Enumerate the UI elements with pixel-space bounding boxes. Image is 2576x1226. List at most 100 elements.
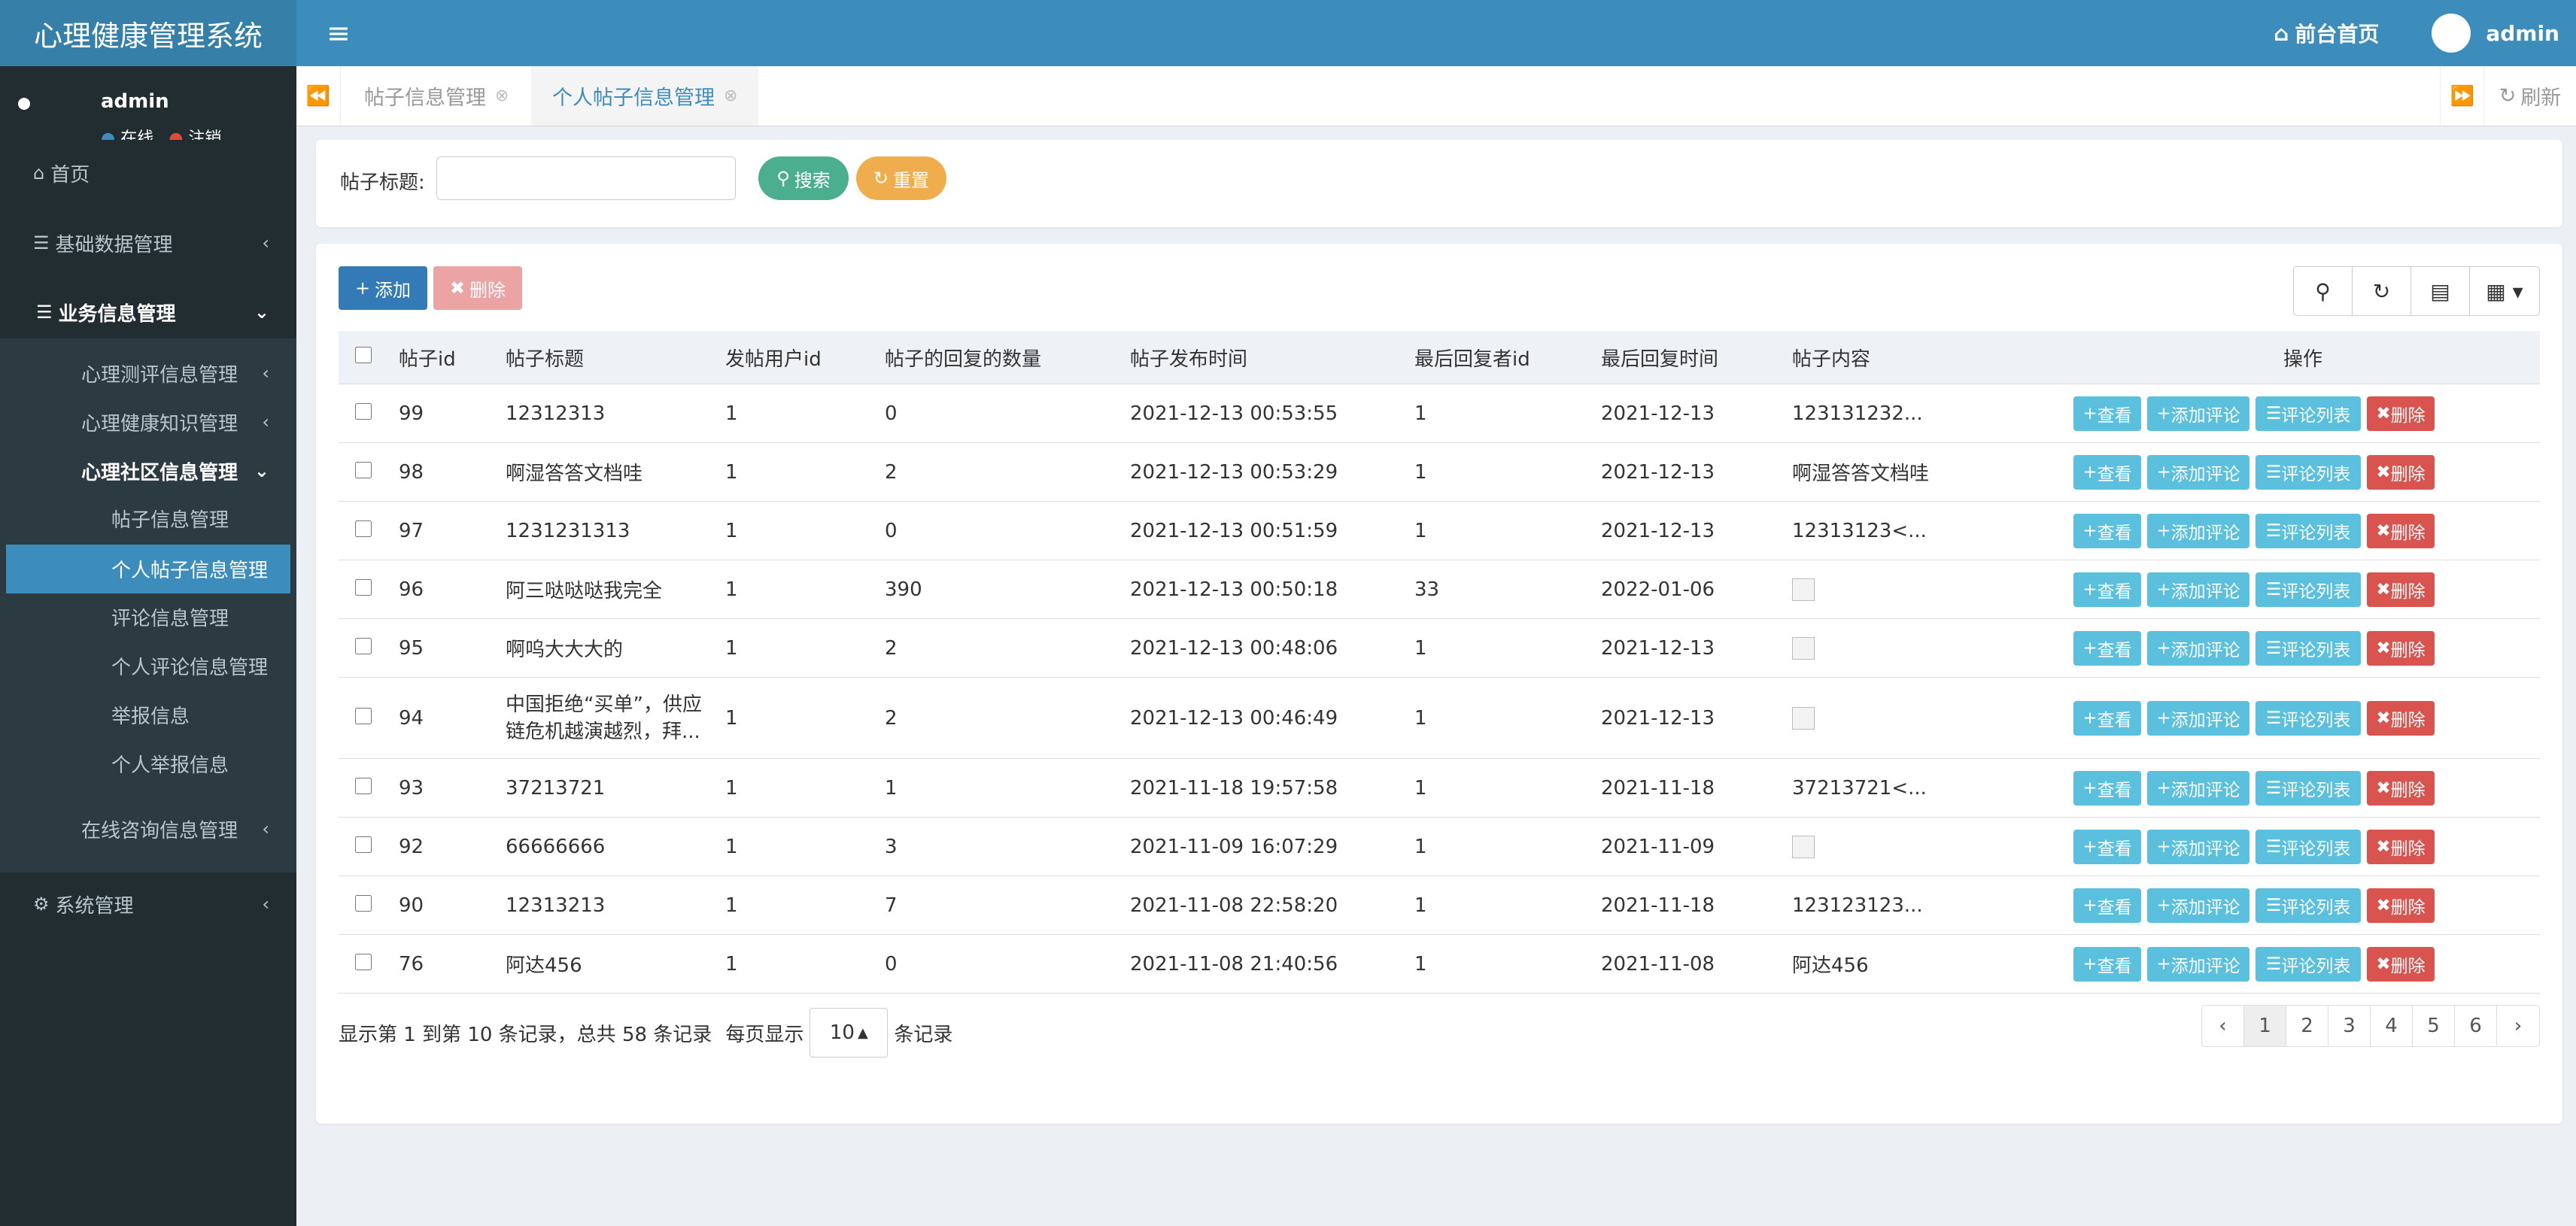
search-button[interactable]: ⚲ 搜索 (758, 156, 849, 200)
sidebar-item-basic-data[interactable]: ☰ 基础数据管理 ‹ (0, 217, 296, 269)
select-all-checkbox[interactable] (355, 347, 372, 363)
cell-content[interactable]: 12313123<... (1792, 501, 2066, 560)
sidebar-item-my-comments[interactable]: 个人评论信息管理 (0, 642, 296, 690)
cell-content[interactable]: 123123123... (1792, 875, 2066, 935)
delete-row-button[interactable]: ✖ 删除 (2367, 572, 2435, 607)
add-comment-button[interactable]: + 添加评论 (2147, 888, 2249, 923)
comment-list-button[interactable]: ☰ 评论列表 (2256, 454, 2361, 490)
view-button[interactable]: + 查看 (2073, 888, 2141, 923)
comment-list-button[interactable]: ☰ 评论列表 (2256, 946, 2361, 982)
row-checkbox[interactable] (355, 894, 372, 912)
tab-scroll-left-icon[interactable]: ⏪ (296, 66, 341, 126)
sidebar-item-reports[interactable]: 举报信息 (0, 690, 296, 739)
prev-page-button[interactable]: ‹ (2202, 1006, 2244, 1046)
page-button[interactable]: 3 (2328, 1006, 2371, 1046)
comment-list-button[interactable]: ☰ 评论列表 (2256, 770, 2361, 806)
col-header[interactable]: 帖子的回复的数量 (885, 331, 1130, 384)
row-checkbox[interactable] (355, 461, 372, 478)
delete-row-button[interactable]: ✖ 删除 (2367, 700, 2435, 736)
sidebar-item-consult[interactable]: 在线咨询信息管理 ‹ (0, 803, 296, 855)
add-comment-button[interactable]: + 添加评论 (2147, 572, 2249, 607)
row-checkbox[interactable] (355, 578, 372, 596)
delete-row-button[interactable]: ✖ 删除 (2367, 630, 2435, 666)
add-comment-button[interactable]: + 添加评论 (2147, 770, 2249, 806)
table-refresh-icon[interactable]: ↻ (2353, 267, 2411, 315)
row-checkbox[interactable] (355, 637, 372, 654)
app-logo[interactable]: 心理健康管理系统 (0, 0, 296, 66)
row-checkbox[interactable] (355, 953, 372, 970)
row-checkbox[interactable] (355, 520, 372, 537)
comment-list-button[interactable]: ☰ 评论列表 (2256, 888, 2361, 923)
delete-row-button[interactable]: ✖ 删除 (2367, 513, 2435, 548)
cell-content[interactable]: 啊湿答答文档哇 (1792, 442, 2066, 502)
comment-list-button[interactable]: ☰ 评论列表 (2256, 829, 2361, 864)
comment-list-button[interactable]: ☰ 评论列表 (2256, 572, 2361, 607)
sidebar-item-eval[interactable]: 心理测评信息管理 ‹ (0, 347, 296, 399)
sidebar-item-comments[interactable]: 评论信息管理 (0, 593, 296, 642)
tab-scroll-right-icon[interactable]: ⏩ (2440, 66, 2484, 126)
row-checkbox[interactable] (355, 777, 372, 794)
add-comment-button[interactable]: + 添加评论 (2147, 396, 2249, 431)
page-button[interactable]: 1 (2244, 1006, 2286, 1046)
tab-my-posts[interactable]: 个人帖子信息管理 ⊗ (531, 66, 759, 126)
col-header[interactable]: 帖子标题 (506, 331, 725, 384)
delete-row-button[interactable]: ✖ 删除 (2367, 888, 2435, 923)
col-header[interactable]: 最后回复者id (1414, 331, 1601, 384)
col-header[interactable]: 帖子发布时间 (1130, 331, 1414, 384)
refresh-tab-button[interactable]: ↻ 刷新 (2483, 66, 2576, 126)
sidebar-item-my-reports[interactable]: 个人举报信息 (0, 739, 296, 788)
add-comment-button[interactable]: + 添加评论 (2147, 946, 2249, 982)
bulk-delete-button[interactable]: ✖ 删除 (433, 266, 522, 310)
tab-posts[interactable]: 帖子信息管理 ⊗ (364, 66, 509, 126)
page-button[interactable]: 5 (2413, 1006, 2455, 1046)
delete-row-button[interactable]: ✖ 删除 (2367, 829, 2435, 864)
comment-list-button[interactable]: ☰ 评论列表 (2256, 700, 2361, 736)
view-button[interactable]: + 查看 (2073, 513, 2141, 548)
page-button[interactable]: 6 (2455, 1006, 2497, 1046)
sidebar-item-knowledge[interactable]: 心理健康知识管理 ‹ (0, 396, 296, 448)
next-page-button[interactable]: › (2497, 1006, 2539, 1046)
col-header[interactable]: 发帖用户id (725, 331, 885, 384)
row-checkbox[interactable] (355, 402, 372, 420)
view-button[interactable]: + 查看 (2073, 700, 2141, 736)
view-button[interactable]: + 查看 (2073, 946, 2141, 982)
columns-dropdown-icon[interactable]: ▦ ▾ (2470, 267, 2539, 315)
user-menu[interactable]: admin (2432, 14, 2559, 53)
comment-list-button[interactable]: ☰ 评论列表 (2256, 630, 2361, 666)
delete-row-button[interactable]: ✖ 删除 (2367, 946, 2435, 982)
cell-content[interactable]: 37213721<... (1792, 758, 2066, 818)
add-button[interactable]: + 添加 (339, 266, 427, 310)
delete-row-button[interactable]: ✖ 删除 (2367, 454, 2435, 490)
page-button[interactable]: 2 (2286, 1006, 2328, 1046)
sidebar-item-my-posts[interactable]: 个人帖子信息管理 (6, 545, 290, 593)
sidebar-item-system[interactable]: ⚙ 系统管理 ‹ (0, 878, 296, 930)
view-button[interactable]: + 查看 (2073, 454, 2141, 490)
view-button[interactable]: + 查看 (2073, 829, 2141, 864)
status-online[interactable]: 在线 (101, 125, 153, 140)
menu-toggle-icon[interactable]: ≡ (327, 19, 351, 47)
post-title-search-input[interactable] (436, 156, 736, 200)
delete-row-button[interactable]: ✖ 删除 (2367, 396, 2435, 431)
cell-content[interactable]: 123131232... (1792, 384, 2066, 443)
col-header[interactable]: 最后回复时间 (1601, 331, 1792, 384)
view-button[interactable]: + 查看 (2073, 630, 2141, 666)
row-checkbox[interactable] (355, 836, 372, 853)
add-comment-button[interactable]: + 添加评论 (2147, 829, 2249, 864)
sidebar-item-posts[interactable]: 帖子信息管理 (0, 494, 296, 543)
sidebar-item-home[interactable]: ⌂ 首页 (0, 147, 296, 199)
delete-row-button[interactable]: ✖ 删除 (2367, 770, 2435, 806)
comment-list-button[interactable]: ☰ 评论列表 (2256, 513, 2361, 548)
view-button[interactable]: + 查看 (2073, 572, 2141, 607)
comment-list-button[interactable]: ☰ 评论列表 (2256, 396, 2361, 431)
close-icon[interactable]: ⊗ (495, 86, 509, 105)
add-comment-button[interactable]: + 添加评论 (2147, 513, 2249, 548)
add-comment-button[interactable]: + 添加评论 (2147, 700, 2249, 736)
page-size-select[interactable]: 10 ▲ (810, 1008, 889, 1058)
page-button[interactable]: 4 (2371, 1006, 2413, 1046)
col-header[interactable]: 帖子内容 (1792, 331, 2066, 384)
reset-button[interactable]: ↻ 重置 (856, 156, 946, 200)
add-comment-button[interactable]: + 添加评论 (2147, 454, 2249, 490)
sidebar-item-business[interactable]: ☰ 业务信息管理 ⌄ (0, 286, 296, 338)
col-header[interactable]: 帖子id (399, 331, 506, 384)
status-logout[interactable]: 注销 (169, 125, 221, 140)
